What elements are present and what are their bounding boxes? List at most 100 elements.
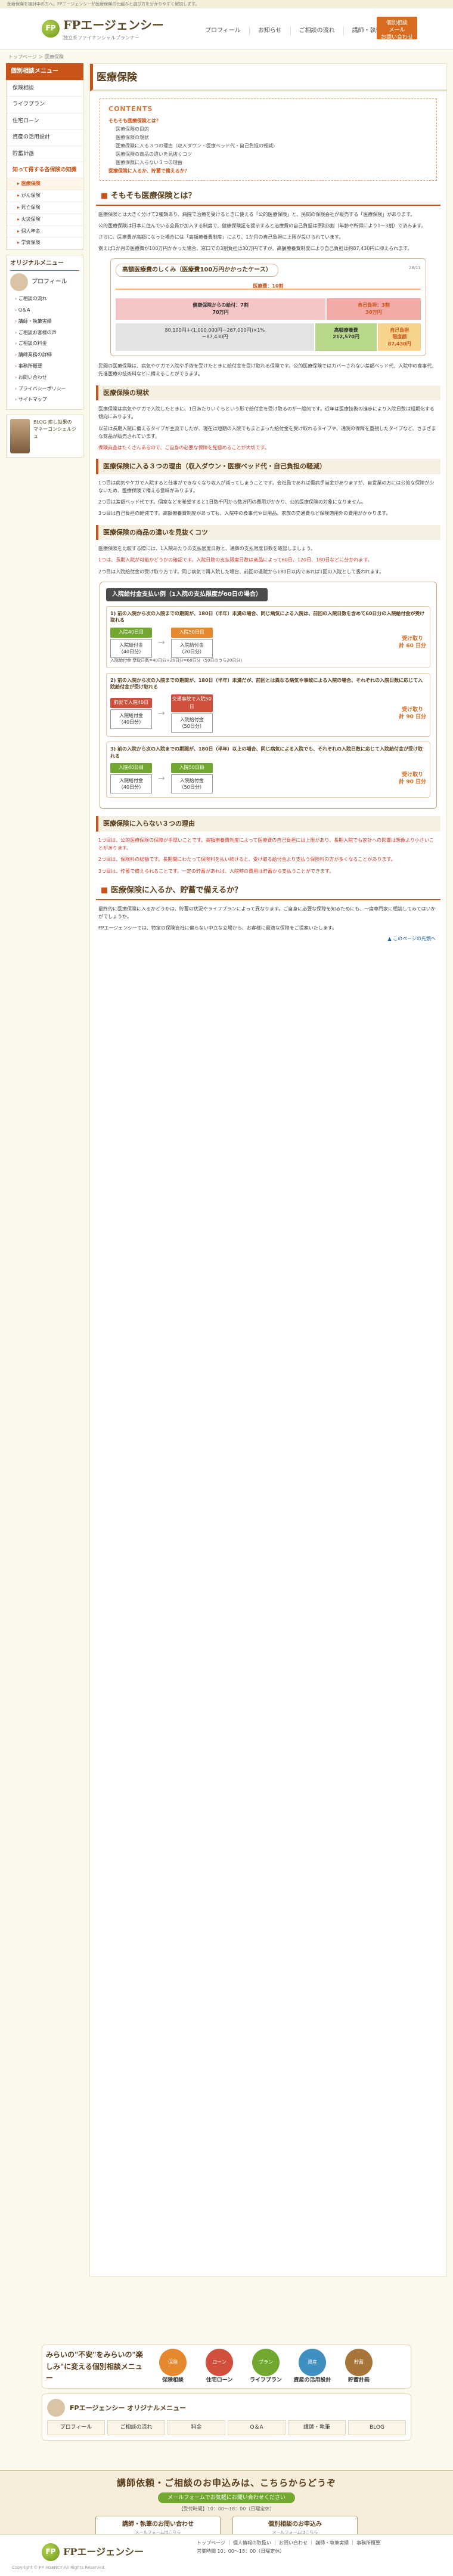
paragraph: 2つ目は差額ベッド代です。個室などを希望すると1日数千円から数万円の費用がかかり… <box>98 499 366 505</box>
nav-profile[interactable]: プロフィール <box>197 26 250 36</box>
sub-heading: 医療保険の商品の違いを見抜くコツ <box>96 524 440 540</box>
original-bar-item[interactable]: ご相談の流れ <box>107 2420 165 2435</box>
calc-formula: 80,100円＋(1,000,000円－267,000円)×1% ＝87,430… <box>116 323 314 351</box>
orig-item[interactable]: ご相談お客様の声 <box>10 328 79 339</box>
sub-heading: 医療保険の現状 <box>96 385 440 401</box>
example-title: 1) 前の入院から次の入院までの期間が、180日（半年）未満の場合、同じ病気によ… <box>110 610 425 623</box>
paragraph: 例えば1か月の医療費が100万円かかった場合、窓口での3割負担は30万円ですが、… <box>98 246 412 252</box>
sidebar-item-cancer[interactable]: がん保険 <box>7 190 83 202</box>
benefit-amount: 入院給付金 （20日分） <box>170 638 213 659</box>
paragraph: 保険商品はたくさんあるので、ご自身の必要な保障を見極めることが大切です。 <box>98 445 269 451</box>
banner-item[interactable]: 資産 資産の活用設計 <box>291 2349 333 2385</box>
nav-news[interactable]: お知らせ <box>250 26 291 36</box>
contents-link[interactable]: そもそも医療保険とは？ <box>108 117 428 125</box>
arrow-right-icon: → <box>158 773 165 783</box>
sidebar-item-death[interactable]: 死亡保険 <box>7 202 83 214</box>
original-bar-item[interactable]: プロフィール <box>47 2420 105 2435</box>
total-paid: 受け取り 計 90 日分 <box>399 706 426 721</box>
footer-links[interactable]: トップページ ｜ 個人情報の取扱い ｜ お問い合わせ ｜ 講師・執筆実績 ｜ 事… <box>197 2540 380 2547</box>
sidebar-item-education[interactable]: 学資保険 <box>7 237 83 250</box>
contents-link[interactable]: 医療保険の現状 <box>108 134 428 142</box>
paragraph: 1つは、長期入院が可能かどうかの確認です。入院日数の支払限度日数は商品によって6… <box>98 557 373 563</box>
contact-band: 講師依頼・ご相談のお申込みは、こちらからどうぞ メールフォームでお気軽にお問い合… <box>0 2470 453 2541</box>
original-bar-title: FPエージェンシー オリジナルメニュー <box>70 2404 187 2412</box>
stay-tag: 入院50日目 <box>170 627 213 638</box>
banner-item-label: 貯蓄計画 <box>347 2377 370 2383</box>
contents-link[interactable]: 医療保険の目的 <box>108 125 428 134</box>
total-paid: 受け取り 計 60 日分 <box>399 636 426 650</box>
contact-button[interactable]: 個別相談 メール お問い合わせ <box>377 17 417 41</box>
sidebar-item-pension[interactable]: 個人年金 <box>7 226 83 238</box>
original-bar-item[interactable]: 講師・執筆 <box>288 2420 346 2435</box>
orig-item[interactable]: 講師業務の詳細 <box>10 350 79 361</box>
paragraph: 2つ目は入院給付金の受け取り方です。同じ病気で再入院した場合、前回の退院から18… <box>98 569 384 574</box>
copyright: Copyright © FP AGENCY All Rights Reserve… <box>12 2565 106 2570</box>
paragraph: 3つ目は、貯蓄で備えられることです。一定の貯蓄があれば、入院時の費用は貯蓄から支… <box>98 868 334 874</box>
paragraph: 1つ目は病気やケガで入院すると仕事ができなくなり収入が減ってしまうことです。会社… <box>98 480 435 493</box>
contents-link[interactable]: 医療保険に入る３つの理由（収入ダウン・医療ベッド代・自己負担の軽減） <box>108 142 428 150</box>
contents-link[interactable]: 医療保険の商品の違いを見抜くコツ <box>108 150 428 159</box>
sidebar-item-mortgage[interactable]: 住宅ローン <box>7 113 83 130</box>
assets-icon: 資産 <box>299 2349 326 2376</box>
orig-item[interactable]: 事務所概要 <box>10 361 79 372</box>
banner-item[interactable]: プラン ライフプラン <box>245 2349 287 2385</box>
example-note: 入院給付金 受取日数=40日分+20日分=60日分（50日のうち20日分） <box>110 658 245 663</box>
banner-item-label: ライフプラン <box>249 2377 282 2383</box>
avatar <box>47 2399 65 2417</box>
insurance-icon: 保険 <box>159 2349 187 2376</box>
orig-item[interactable]: お問い合わせ <box>10 372 79 384</box>
paragraph: 公的医療保険は日本に住んでいる全員が加入する制度で、健康保険証を提示すると治療費… <box>98 223 426 228</box>
contents-link[interactable]: 医療保険に入るか、貯蓄で備えるか？ <box>108 167 428 175</box>
paragraph: 3つ目は自己負担の軽減です。高額療養費制度があっても、入院中の食事代や日用品、家… <box>98 511 391 517</box>
main-content: 医療保険 CONTENTS そもそも医療保険とは？ 医療保険の目的 医療保険の現… <box>89 63 447 2277</box>
contents-link[interactable]: 医療保険に入らない３つの理由 <box>108 159 428 167</box>
orig-item[interactable]: Q＆A <box>10 305 79 316</box>
orig-item[interactable]: ご相談の料金 <box>10 338 79 350</box>
original-bar-item[interactable]: Q＆A <box>228 2420 286 2435</box>
consult-banner: みらいの"不安"をみらいの"楽しみ"に変える個別相談メニュー 保険 保険相談 ロ… <box>0 2345 453 2445</box>
orig-item[interactable]: サイトマップ <box>10 394 79 406</box>
lecture-inquiry-label: 講師・執筆のお問い合わせ <box>122 2521 194 2528</box>
lifeplan-icon: プラン <box>252 2349 280 2376</box>
profile-label: プロフィール <box>32 279 67 286</box>
chart-total-label: 医療費：10割 <box>116 283 421 296</box>
paragraph: FPエージェンシーでは、特定の保険会社に偏らない中立な立場から、お客様に最適な保… <box>98 925 337 931</box>
banner-item[interactable]: ローン 住宅ローン <box>198 2349 240 2385</box>
logo-text: FPエージェンシー <box>63 17 164 32</box>
site-logo[interactable]: FP FPエージェンシー 独立系ファイナンシャルプランナー <box>42 17 164 41</box>
banner-item[interactable]: 貯蓄 貯蓄計画 <box>338 2349 380 2385</box>
sidebar-menu: 保険相談 ライフプラン 住宅ローン 資産の活用設計 貯蓄計画 知って得する各保険… <box>6 80 83 251</box>
nav-flow[interactable]: ご相談の流れ <box>291 26 344 36</box>
paragraph: 医療保険とは大きく分けて2種類あり、病院で治療を受けるときに使える「公的医療保険… <box>98 211 415 217</box>
blog-banner-text: BLOG 癒し効果の マネーコンシェルジュ <box>33 419 76 440</box>
back-to-top-link[interactable]: ▲ このページの先頭へ <box>101 935 436 943</box>
sidebar-item-medical[interactable]: 医療保険 <box>7 178 83 191</box>
sub-heading: 医療保険に入る３つの理由（収入ダウン・医療ベッド代・自己負担の軽減） <box>96 459 440 474</box>
paragraph: 最終的に医療保険に入るかどうかは、貯蓄の状況やライフプランによって異なります。ご… <box>98 906 436 919</box>
page-title: 医療保険 <box>90 64 446 92</box>
footer-logo-text: FPエージェンシー <box>63 2546 144 2558</box>
sidebar-item-lifeplan[interactable]: ライフプラン <box>7 97 83 113</box>
orig-item[interactable]: 講師・執筆実績 <box>10 316 79 328</box>
profile-link[interactable]: プロフィール <box>10 273 79 292</box>
chart-title: 高額医療費のしくみ（医療費100万円かかったケース） <box>116 264 278 277</box>
limit-amount-block: 自己負担 限度額 87,430円 <box>378 323 421 351</box>
cost-chart: 高額医療費のしくみ（医療費100万円かかったケース） 28/11 医療費：10割… <box>110 258 426 357</box>
logo-mark-icon: FP <box>42 2543 60 2561</box>
banner-item[interactable]: 保険 保険相談 <box>152 2349 194 2385</box>
stay-tag: 入院40日目 <box>110 763 152 773</box>
footer-logo[interactable]: FP FPエージェンシー <box>42 2543 144 2561</box>
sidebar-item-assets[interactable]: 資産の活用設計 <box>7 129 83 146</box>
sidebar-item-fire[interactable]: 火災保険 <box>7 214 83 226</box>
sidebar-item-knowledge[interactable]: 知って得する各保険の知識 <box>7 162 83 179</box>
self-pay-block: 自己負担：3割 30万円 <box>327 298 421 320</box>
example-title: 2) 前の入院から次の入院までの期間が、180日（半年）未満だが、前回とは異なる… <box>110 677 423 690</box>
benefit-amount: 入院給付金 （40日分） <box>110 709 152 729</box>
blog-banner[interactable]: BLOG 癒し効果の マネーコンシェルジュ <box>6 415 83 458</box>
orig-item[interactable]: プライバシーポリシー <box>10 384 79 395</box>
sidebar-item-insurance[interactable]: 保険相談 <box>7 81 83 97</box>
sidebar-item-savings[interactable]: 貯蓄計画 <box>7 146 83 162</box>
original-bar-item[interactable]: 料金 <box>167 2420 225 2435</box>
orig-item[interactable]: ご相談の流れ <box>10 294 79 305</box>
original-bar-item[interactable]: BLOG <box>348 2420 406 2435</box>
